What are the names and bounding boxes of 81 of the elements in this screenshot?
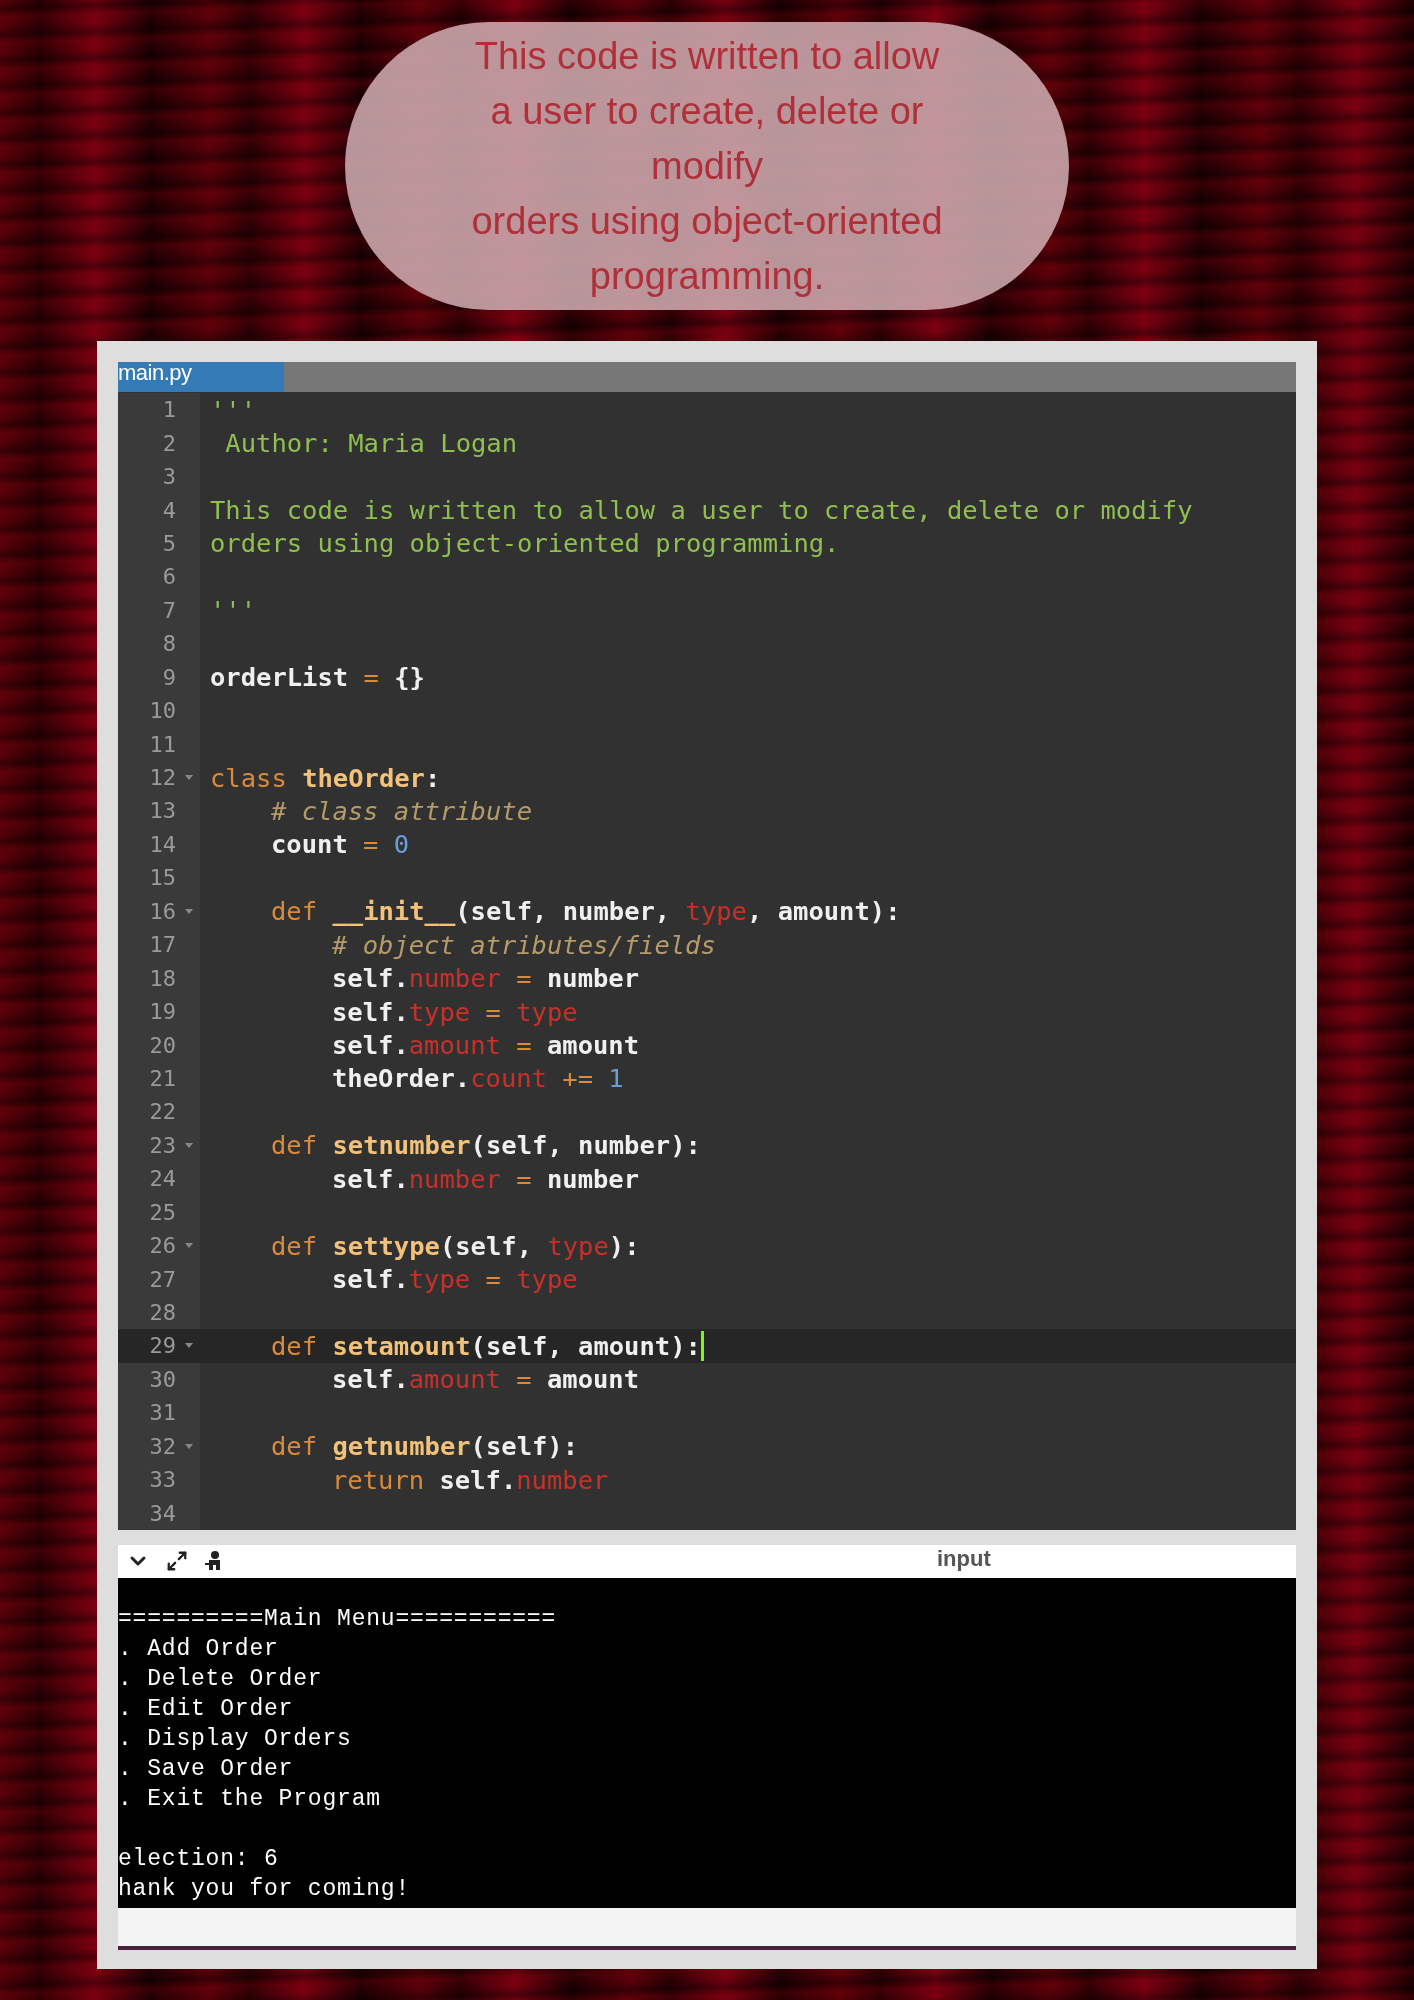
line-number: 31 (149, 1400, 176, 1426)
code-line: self.type = type (331, 996, 578, 1027)
line-number: 9 (162, 664, 176, 690)
line-number: 3 (162, 464, 176, 490)
console-line: hank you for coming! (118, 1874, 412, 1904)
code-line: self.amount = amount (331, 1030, 640, 1061)
fold-icon[interactable] (185, 774, 193, 780)
line-number: 13 (149, 798, 176, 824)
line-number: 19 (149, 999, 176, 1025)
line-number: 12 (149, 765, 176, 791)
line-number: 27 (149, 1266, 176, 1292)
caption-text: programming. (589, 253, 825, 299)
code-line: # object atributes/fields (331, 929, 716, 960)
line-number: 26 (149, 1233, 176, 1259)
code-line: theOrder.count += 1 (331, 1063, 624, 1094)
code-line: def setnumber(self, number): (270, 1130, 701, 1161)
code-line: This code is written to allow a user to create, delete or modify (209, 495, 1193, 526)
line-number: 15 (149, 865, 176, 891)
line-number: 5 (162, 530, 176, 556)
fold-icon[interactable] (185, 1443, 193, 1449)
line-number: 11 (149, 731, 176, 757)
line-number: 25 (149, 1199, 176, 1225)
line-number: 14 (149, 831, 176, 857)
line-number: 1 (162, 397, 176, 423)
code-line: self.type = type (331, 1264, 578, 1295)
line-number: 20 (149, 1032, 176, 1058)
line-number: 32 (149, 1433, 176, 1459)
caption-text: orders using object-oriented (471, 198, 943, 244)
line-number: 10 (149, 698, 176, 724)
line-number: 34 (149, 1500, 176, 1526)
line-number: 18 (149, 965, 176, 991)
text-cursor (700, 1330, 704, 1361)
code-line: def getnumber(self): (270, 1431, 579, 1462)
fold-icon[interactable] (185, 1343, 193, 1349)
console-line: election: 6 (118, 1844, 280, 1874)
expand-icon[interactable] (166, 1550, 188, 1573)
line-number: 23 (149, 1132, 176, 1158)
line-number: 21 (149, 1065, 176, 1091)
code-line: self.number = number (331, 1163, 640, 1194)
fold-icon[interactable] (185, 1142, 193, 1148)
code-line: return self.number (331, 1464, 609, 1495)
line-number: 7 (162, 597, 176, 623)
line-number: 17 (149, 932, 176, 958)
code-line: def settype(self, type): (270, 1230, 640, 1261)
line-number: 22 (149, 1099, 176, 1125)
console-line: . Exit the Program (118, 1784, 382, 1814)
code-line: def __init__(self, number, type, amount): (270, 896, 901, 927)
line-number: 29 (149, 1333, 176, 1359)
console-line: . Edit Order (118, 1694, 295, 1724)
line-number: 8 (162, 631, 176, 657)
input-label: input (937, 1545, 991, 1572)
code-line: self.amount = amount (331, 1364, 640, 1395)
code-line: def setamount(self, amount): (270, 1330, 701, 1361)
caption-text: modify (651, 143, 763, 189)
fold-icon[interactable] (185, 1242, 193, 1248)
code-line: orderList = {} (209, 662, 425, 693)
line-number: 4 (162, 497, 176, 523)
code-line: ''' (209, 595, 257, 626)
code-line: count = 0 (270, 829, 410, 860)
file-tab[interactable]: main.py (118, 362, 284, 392)
caption-text: This code is written to allow (474, 33, 940, 79)
fold-icon[interactable] (185, 908, 193, 914)
console-line: . Add Order (118, 1634, 280, 1664)
line-number: 30 (149, 1366, 176, 1392)
code-line: # class attribute (270, 795, 532, 826)
console-line: . Save Order (118, 1754, 295, 1784)
code-line: class theOrder: (209, 762, 441, 793)
code-line: self.number = number (331, 963, 640, 994)
line-number: 24 (149, 1166, 176, 1192)
console-line: . Delete Order (118, 1664, 324, 1694)
line-number: 16 (149, 898, 176, 924)
line-number: 33 (149, 1467, 176, 1493)
code-line: ''' (209, 394, 257, 425)
caption-text: a user to create, delete or (490, 88, 924, 134)
code-line: Author: Maria Logan (224, 428, 518, 459)
console-line: . Display Orders (118, 1724, 353, 1754)
code-line: orders using object-oriented programming. (209, 528, 840, 559)
line-number: 2 (162, 430, 176, 456)
line-number: 28 (149, 1300, 176, 1326)
console-line: ==========Main Menu=========== (118, 1604, 558, 1634)
line-number: 6 (162, 564, 176, 590)
